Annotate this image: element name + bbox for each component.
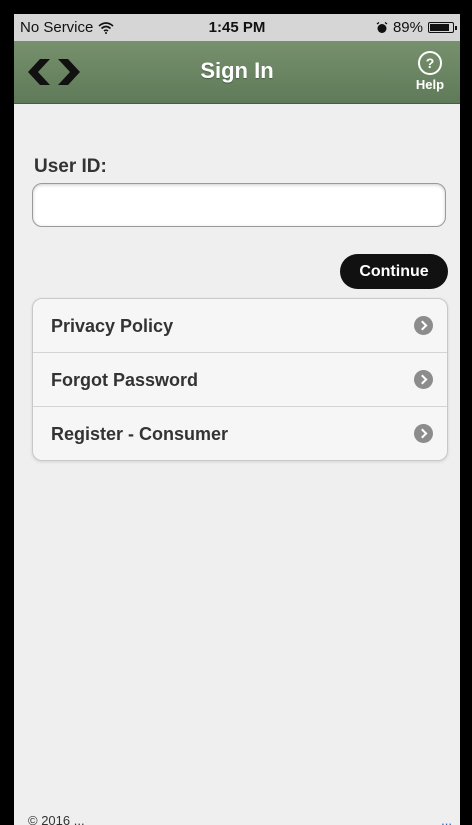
menu-item-forgot-password[interactable]: Forgot Password [33,353,447,407]
page-title: Sign In [200,58,274,83]
battery-percent: 89% [392,19,423,36]
status-right: 89% [376,19,457,36]
menu-item-label: Register - Consumer [51,424,229,444]
userid-label: User ID: [34,156,107,177]
help-label: Help [415,77,445,92]
userid-input[interactable] [32,183,446,227]
menu-item-label: Privacy Policy [51,316,174,336]
help-button[interactable]: ? Help [410,51,450,92]
battery-fill [430,24,449,31]
footer-copyright: © 2016 ... [28,813,85,825]
menu-item-register-consumer[interactable]: Register - Consumer [33,407,447,460]
chevron-right-icon [414,370,433,389]
help-icon: ? [418,51,442,75]
continue-button[interactable]: Continue [340,254,448,289]
footer-phone-link[interactable]: ... [441,813,452,825]
chevron-right-icon [414,424,433,443]
nav-bar: Sign In ? Help [14,41,460,104]
app-screen: No Service 1:45 PM 89% Sign In ? Help Us… [14,14,460,825]
status-bar: No Service 1:45 PM 89% [14,14,460,41]
battery-icon [428,22,457,33]
menu-list: Privacy Policy Forgot Password Register … [32,298,448,461]
menu-item-label: Forgot Password [51,370,199,390]
menu-item-privacy-policy[interactable]: Privacy Policy [33,299,447,353]
chevron-right-icon [414,316,433,335]
footer: © 2016 ... ... [14,813,460,825]
alarm-icon [376,21,388,33]
battery-nub [455,26,457,30]
